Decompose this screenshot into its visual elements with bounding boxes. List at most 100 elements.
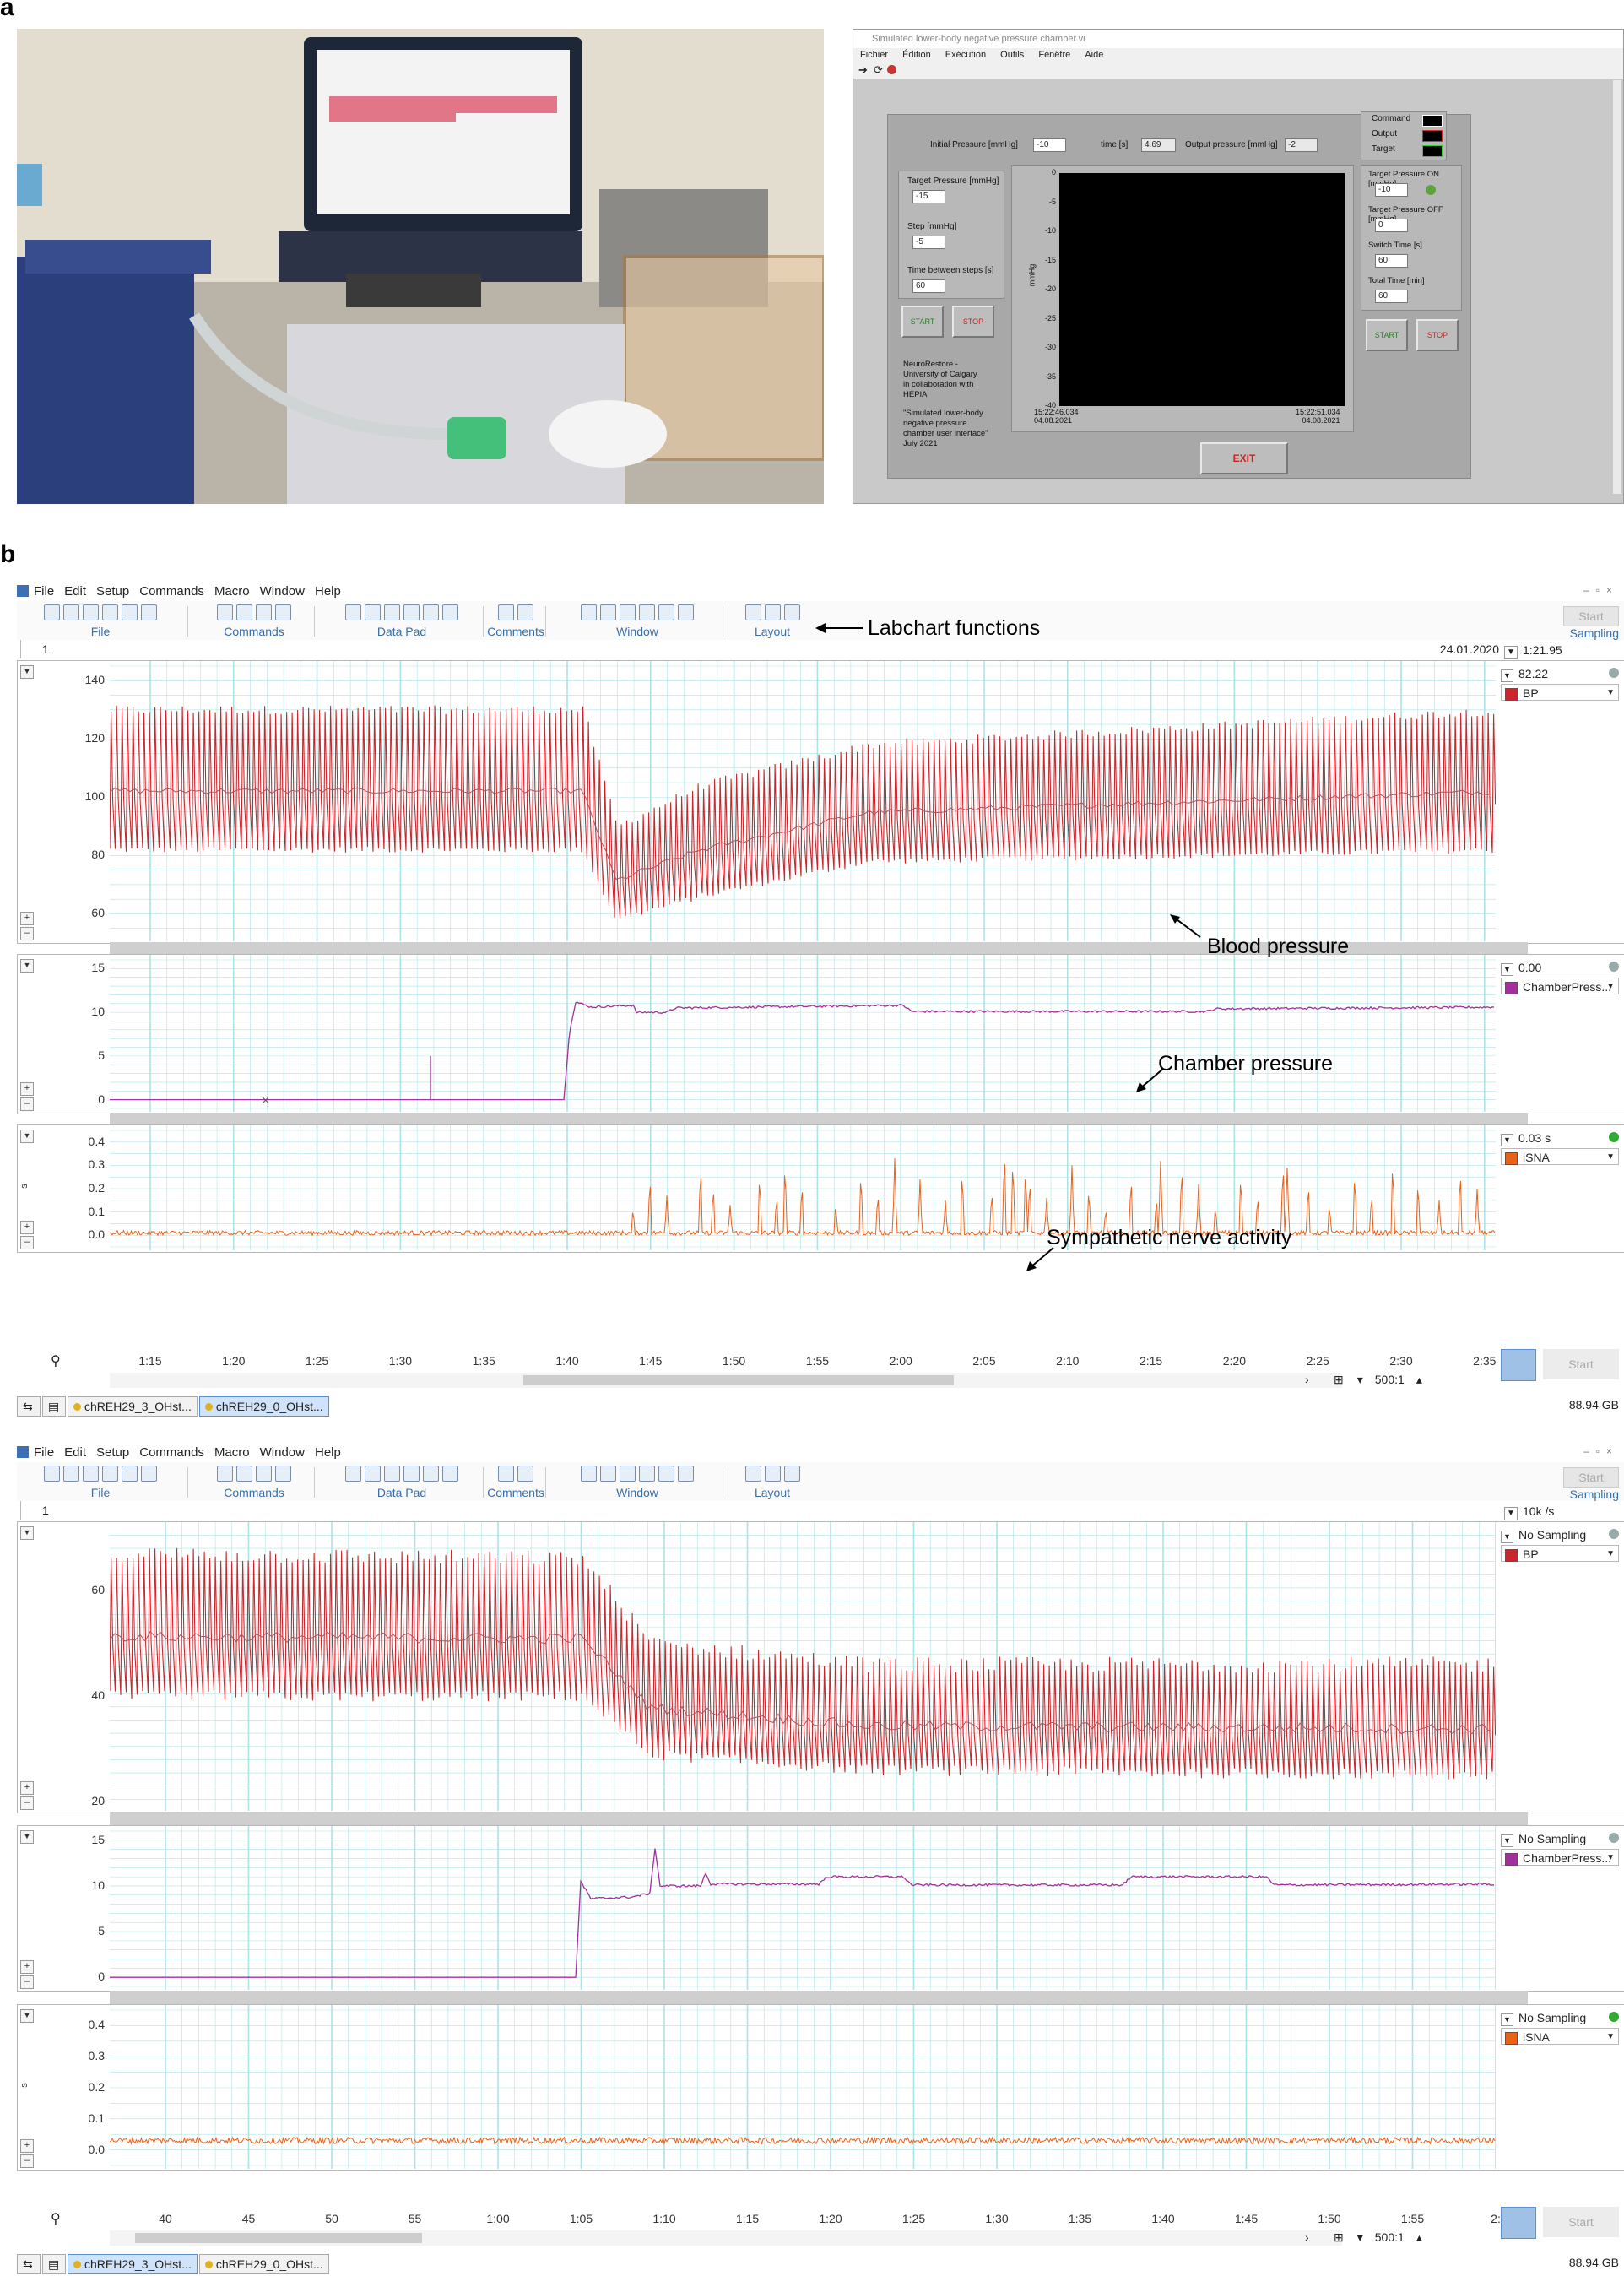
- window-tool-icon[interactable]: [678, 604, 694, 620]
- layout-tool-icon[interactable]: [764, 604, 781, 620]
- window-tool-icon[interactable]: [600, 1466, 616, 1482]
- zoom-out-icon[interactable]: ▾: [1357, 1373, 1363, 1386]
- lv-menu-fenetre[interactable]: Fenêtre: [1038, 50, 1070, 60]
- menu-macro[interactable]: Macro: [214, 1445, 250, 1460]
- document-tab[interactable]: chREH29_3_OHst...: [68, 2254, 198, 2274]
- data-pad-tool-icon[interactable]: [384, 1466, 400, 1482]
- layout-tool-icon[interactable]: [764, 1466, 781, 1482]
- data-pad-tool-icon[interactable]: [442, 604, 458, 620]
- comments-tool-icon[interactable]: [517, 1466, 533, 1482]
- abort-icon[interactable]: [887, 65, 896, 74]
- right-start-button[interactable]: START: [1366, 319, 1408, 351]
- comments-tool-icon[interactable]: [498, 1466, 514, 1482]
- document-tab[interactable]: chREH29_0_OHst...: [198, 1396, 329, 1417]
- exit-button[interactable]: EXIT: [1200, 442, 1288, 474]
- window-tool-icon[interactable]: [600, 604, 616, 620]
- target-on-input[interactable]: -10: [1375, 183, 1408, 197]
- file-tool-icon[interactable]: [63, 1466, 79, 1482]
- pane-splitter[interactable]: [110, 1812, 1528, 1825]
- commands-tool-icon[interactable]: [236, 604, 252, 620]
- zoom-fit-icon[interactable]: ⊞: [1334, 2230, 1344, 2244]
- window-tool-icon[interactable]: [581, 604, 597, 620]
- commands-tool-icon[interactable]: [217, 604, 233, 620]
- dropdown-arrow-icon[interactable]: ▼: [1501, 963, 1513, 976]
- lv-menu-outils[interactable]: Outils: [1000, 50, 1024, 60]
- switch-time-input[interactable]: 60: [1375, 254, 1408, 268]
- file-tool-icon[interactable]: [122, 604, 138, 620]
- view-toggle-icon[interactable]: [1501, 2207, 1536, 2239]
- pane-menu-icon[interactable]: ▼: [20, 1830, 34, 1844]
- lv-menu-fichier[interactable]: Fichier: [860, 50, 888, 60]
- data-pad-tool-icon[interactable]: [423, 604, 439, 620]
- window-tool-icon[interactable]: [678, 1466, 694, 1482]
- zoom-in-icon[interactable]: ▴: [1416, 2230, 1422, 2244]
- info-icon[interactable]: [1609, 1132, 1619, 1142]
- info-icon[interactable]: [1609, 1833, 1619, 1843]
- tab-list-icon[interactable]: ▤: [42, 2254, 66, 2274]
- scale-plus-icon[interactable]: +: [20, 912, 34, 925]
- chamber-pressure-channel-selector[interactable]: ChamberPress... ▼: [1501, 978, 1619, 994]
- window-tool-icon[interactable]: [581, 1466, 597, 1482]
- document-tab[interactable]: chREH29_3_OHst...: [68, 1396, 198, 1417]
- scale-minus-icon[interactable]: –: [20, 927, 34, 940]
- time-between-steps-input[interactable]: 60: [912, 279, 945, 293]
- menu-window[interactable]: Window: [260, 1445, 305, 1460]
- layout-tool-icon[interactable]: [744, 604, 761, 620]
- layout-tool-icon[interactable]: [783, 1466, 800, 1482]
- marker-icon[interactable]: ⚲: [51, 2210, 61, 2227]
- run-arrow-icon[interactable]: ➔: [858, 63, 868, 77]
- zoom-fit-icon[interactable]: ⊞: [1334, 1373, 1344, 1386]
- lv-menu-aide[interactable]: Aide: [1085, 50, 1103, 60]
- comments-tool-icon[interactable]: [498, 604, 514, 620]
- window-controls[interactable]: –▫×: [1583, 584, 1619, 596]
- data-pad-tool-icon[interactable]: [345, 604, 361, 620]
- info-icon[interactable]: [1609, 668, 1619, 678]
- blood-pressure-channel-selector[interactable]: BP ▼: [1501, 684, 1619, 701]
- data-pad-tool-icon[interactable]: [403, 604, 420, 620]
- run-continuous-icon[interactable]: ⟳: [874, 63, 883, 77]
- tab-nav-icon[interactable]: ⇆: [17, 2254, 41, 2274]
- file-tool-icon[interactable]: [102, 604, 118, 620]
- labview-scrollbar[interactable]: [1613, 80, 1621, 494]
- info-icon[interactable]: [1609, 962, 1619, 972]
- scale-plus-icon[interactable]: +: [20, 1781, 34, 1795]
- lv-menu-execution[interactable]: Exécution: [945, 50, 986, 60]
- file-tool-icon[interactable]: [44, 1466, 60, 1482]
- dropdown-arrow-icon[interactable]: ▼: [1504, 1507, 1518, 1520]
- document-tab[interactable]: chREH29_0_OHst...: [198, 2254, 329, 2274]
- zoom-in-icon[interactable]: ▴: [1416, 1373, 1422, 1386]
- menu-setup[interactable]: Setup: [96, 584, 129, 599]
- bottom-start-button[interactable]: Start: [1543, 1349, 1619, 1379]
- left-start-button[interactable]: START: [901, 306, 944, 338]
- commands-tool-icon[interactable]: [275, 604, 291, 620]
- data-pad-tool-icon[interactable]: [365, 1466, 381, 1482]
- time-readout[interactable]: ▼ 10k /s: [1504, 1503, 1622, 1520]
- file-tool-icon[interactable]: [44, 604, 60, 620]
- file-tool-icon[interactable]: [141, 604, 157, 620]
- dropdown-arrow-icon[interactable]: ▼: [1501, 1134, 1513, 1146]
- commands-tool-icon[interactable]: [236, 1466, 252, 1482]
- lv-menu-edition[interactable]: Édition: [902, 50, 931, 60]
- menu-commands[interactable]: Commands: [139, 1445, 204, 1460]
- commands-tool-icon[interactable]: [275, 1466, 291, 1482]
- scale-minus-icon[interactable]: –: [20, 2154, 34, 2168]
- menu-macro[interactable]: Macro: [214, 584, 250, 599]
- scale-plus-icon[interactable]: +: [20, 2139, 34, 2153]
- menu-edit[interactable]: Edit: [64, 1445, 86, 1460]
- pane-splitter[interactable]: [110, 1113, 1528, 1124]
- scale-plus-icon[interactable]: +: [20, 1221, 34, 1234]
- scrollbar-thumb[interactable]: [135, 2233, 422, 2243]
- right-stop-button[interactable]: STOP: [1416, 319, 1459, 351]
- menu-file[interactable]: File: [34, 584, 54, 599]
- tab-nav-icon[interactable]: ⇆: [17, 1396, 41, 1417]
- scroll-right-icon[interactable]: ›: [1305, 1373, 1309, 1386]
- window-controls[interactable]: –▫×: [1583, 1445, 1619, 1457]
- zoom-control[interactable]: ⊞ ▾ 500:1 ▴: [1334, 1371, 1494, 1388]
- data-pad-tool-icon[interactable]: [403, 1466, 420, 1482]
- scale-plus-icon[interactable]: +: [20, 1960, 34, 1974]
- scale-minus-icon[interactable]: –: [20, 1236, 34, 1249]
- dropdown-arrow-icon[interactable]: ▼: [1504, 646, 1518, 659]
- menu-help[interactable]: Help: [315, 1445, 341, 1460]
- dropdown-arrow-icon[interactable]: ▼: [1501, 2013, 1513, 2026]
- view-toggle-icon[interactable]: [1501, 1349, 1536, 1381]
